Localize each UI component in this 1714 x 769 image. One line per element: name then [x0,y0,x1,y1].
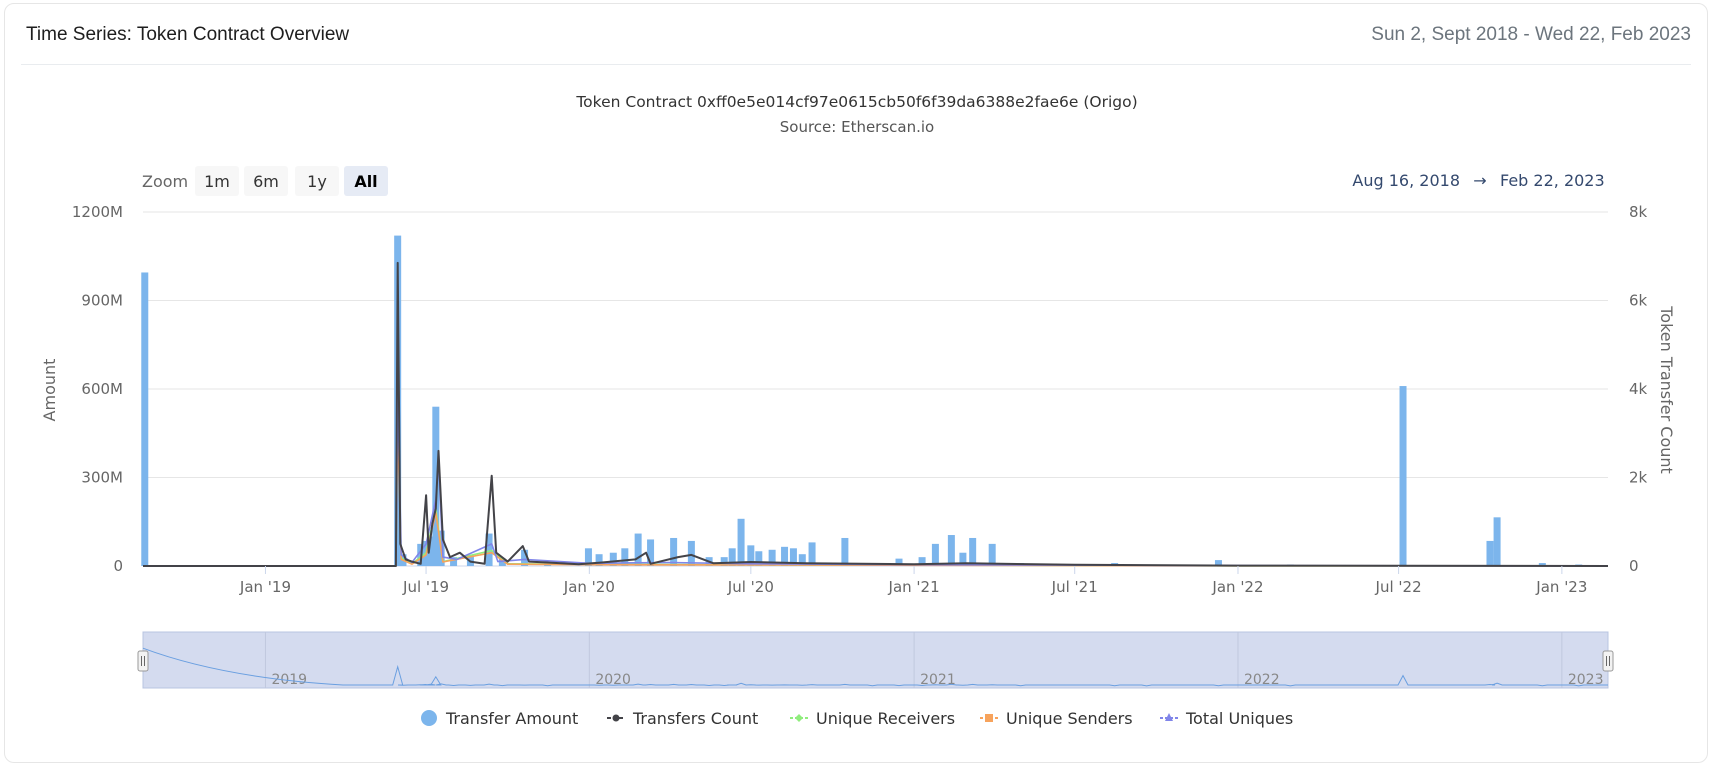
y-left-tick-label: 900M [81,292,123,310]
y-right-tick-label: 2k [1629,469,1648,487]
transfer-amount-bar [1486,540,1494,566]
chart-subtitle: Source: Etherscan.io [780,118,934,136]
range-arrow: → [1473,171,1486,190]
y-left-tick-label: 600M [81,380,123,398]
transfer-amount-bar [1399,386,1407,566]
navigator-label: 2022 [1244,672,1280,688]
navigator[interactable]: 2019 2020 2021 2022 2023 [137,631,1614,689]
series-lines [143,261,1609,567]
navigator-right-handle[interactable] [1602,650,1614,672]
transfer-amount-bars [141,235,1583,566]
chart-title: Token Contract 0xff0e5e014cf97e0615cb50f… [575,93,1137,111]
transfer-amount-bar [141,272,149,566]
y-axis-left: 0 300M 600M 900M 1200M [72,203,123,575]
series-line-unique-receivers [143,414,1609,567]
transfer-amount-bar [737,518,745,566]
x-tick-label: Jul '21 [1051,578,1098,596]
y-left-tick-label: 0 [113,557,123,575]
y-right-tick-label: 4k [1629,380,1648,398]
x-tick-label: Jan '20 [563,578,615,596]
zoom-button-label: 1m [204,172,230,191]
grid-lines [143,211,1608,567]
legend-marker-circle [612,714,620,722]
x-tick-label: Jan '21 [888,578,940,596]
x-tick-label: Jul '22 [1375,578,1422,596]
zoom-button-label: 1y [307,172,327,191]
y-axis-right-title: Token Transfer Count [1657,305,1676,474]
transfer-amount-bar [969,537,977,566]
zoom-button-label: 6m [253,172,279,191]
legend-marker-circle [421,710,437,726]
y-axis-right: 0 2k 4k 6k 8k [1629,203,1648,575]
legend-item-label[interactable]: Unique Senders [1006,709,1133,728]
x-tick-label: Jul '19 [402,578,449,596]
series-line-unique-senders [143,423,1609,567]
navigator-mask[interactable] [142,631,1609,689]
y-right-tick-label: 6k [1629,292,1648,310]
legend-marker-square [985,714,993,722]
transfer-amount-bar [931,543,939,566]
transfer-amount-bar [947,535,955,566]
navigator-label: 2023 [1568,672,1604,688]
range-from[interactable]: Aug 16, 2018 [1352,171,1460,190]
time-series-chart: Token Contract 0xff0e5e014cf97e0615cb50f… [40,93,1676,728]
x-tick-label: Jan '19 [239,578,291,596]
y-left-tick-label: 300M [81,469,123,487]
navigator-left-handle[interactable] [137,650,149,672]
legend-item-label[interactable]: Total Uniques [1185,709,1293,728]
transfer-amount-bar [634,533,642,566]
x-tick-label: Jul '20 [727,578,774,596]
y-right-tick-label: 0 [1629,557,1639,575]
legend-item-label[interactable]: Transfer Amount [445,709,578,728]
x-axis: Jan '19 Jul '19 Jan '20 Jul '20 Jan '21 Jul '… [239,566,1587,596]
legend-item-label[interactable]: Unique Receivers [816,709,955,728]
zoom-label: Zoom [142,172,188,191]
series-line-transfers-count [143,261,1609,567]
legend: Transfer Amount Transfers Count Unique Rec… [421,709,1293,728]
y-right-tick-label: 8k [1629,203,1648,221]
zoom-buttons: 1m 6m 1y All [195,166,388,196]
transfer-amount-bar [841,537,849,566]
x-tick-label: Jan '23 [1535,578,1587,596]
x-tick-label: Jan '22 [1211,578,1263,596]
transfer-amount-bar [1493,517,1501,566]
legend-marker-diamond [795,714,803,722]
legend-item-label[interactable]: Transfers Count [632,709,758,728]
zoom-button-label: All [354,172,377,191]
y-axis-left-title: Amount [40,359,59,422]
y-left-tick-label: 1200M [72,203,123,221]
range-to[interactable]: Feb 22, 2023 [1500,171,1605,190]
